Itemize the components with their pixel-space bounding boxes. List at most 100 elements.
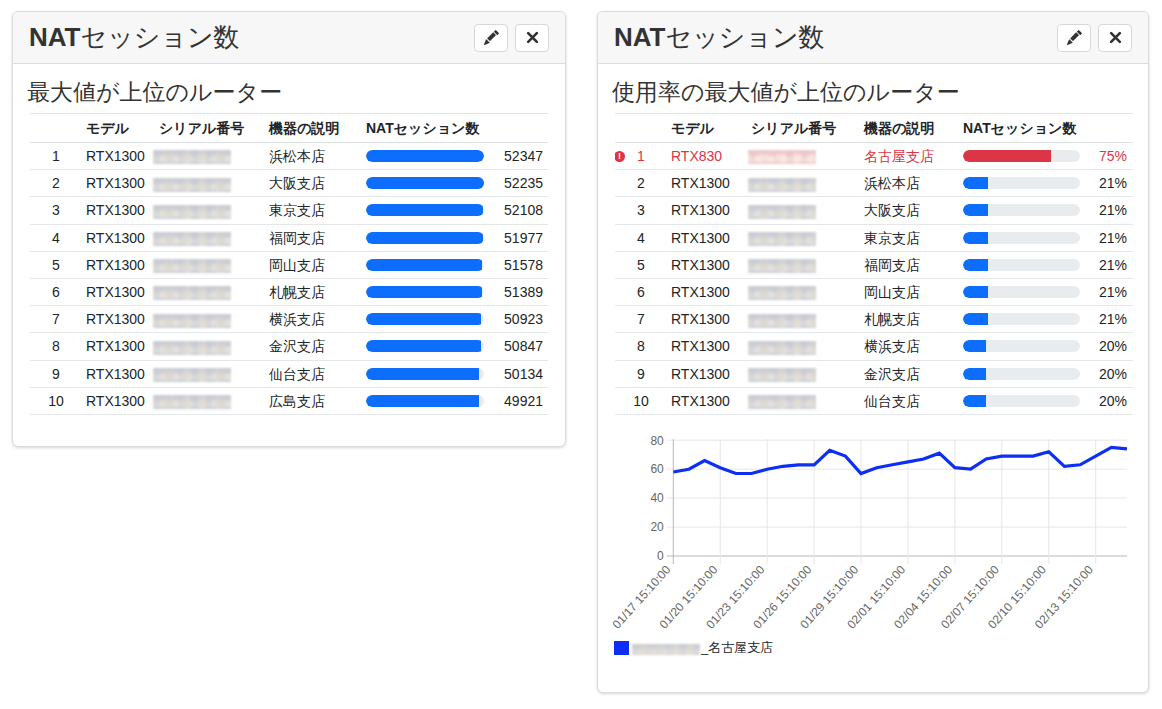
bar-track [366, 395, 484, 407]
model-cell: RTX1300 [82, 306, 151, 333]
description-cell: 東京支店 [258, 197, 354, 224]
bar-fill [366, 340, 481, 352]
rank-cell: 7 [615, 306, 667, 333]
rank-cell: !1 [615, 143, 667, 170]
bar-fill [963, 313, 988, 325]
bar-track [963, 150, 1080, 162]
table-row: !1RTX830名古屋支店75% [615, 143, 1133, 170]
rank-cell: 7 [30, 306, 82, 333]
rank-column-header [615, 114, 667, 143]
bar-fill [366, 204, 483, 216]
widget-title-jp: セッション数 [81, 22, 240, 52]
table-row: 3RTX1300大阪支店21% [615, 197, 1133, 224]
model-cell: RTX1300 [667, 170, 743, 197]
description-cell: 札幌支店 [853, 306, 951, 333]
bar-fill [963, 150, 1051, 162]
bar-cell [951, 224, 1081, 251]
bar-track [963, 313, 1080, 325]
bar-track [963, 204, 1080, 216]
redacted-serial [748, 286, 816, 300]
description-cell: 金沢支店 [258, 333, 354, 360]
rank-cell: 4 [30, 224, 82, 251]
widget-title: NATセッション数 [614, 20, 825, 55]
description-cell: 岡山支店 [258, 251, 354, 278]
redacted-serial [748, 368, 816, 382]
bar-track [963, 340, 1080, 352]
value-cell: 75% [1081, 143, 1133, 170]
bar-cell [354, 278, 490, 305]
serial-cell [151, 360, 258, 387]
redacted-serial [153, 259, 231, 273]
model-column-header: モデル [667, 114, 743, 143]
model-cell: RTX830 [667, 143, 743, 170]
value-cell: 50134 [490, 360, 548, 387]
close-icon [526, 31, 539, 44]
rank-cell: 8 [30, 333, 82, 360]
bar-track [366, 177, 484, 189]
bar-cell [951, 170, 1081, 197]
edit-widget-button[interactable] [1057, 24, 1091, 52]
description-cell: 横浜支店 [258, 306, 354, 333]
value-cell: 21% [1081, 197, 1133, 224]
bar-fill [366, 368, 479, 380]
redacted-serial [153, 395, 231, 409]
bar-fill [963, 259, 988, 271]
table-row: 5RTX1300岡山支店51578 [30, 251, 548, 278]
close-widget-button[interactable] [515, 24, 549, 52]
value-cell: 20% [1081, 360, 1133, 387]
rank-cell: 2 [30, 170, 82, 197]
description-cell: 東京支店 [853, 224, 951, 251]
bar-track [366, 232, 484, 244]
serial-column-header: シリアル番号 [743, 114, 853, 143]
serial-cell [151, 224, 258, 251]
description-cell: 福岡支店 [258, 224, 354, 251]
redacted-serial [153, 368, 231, 382]
value-cell: 21% [1081, 251, 1133, 278]
bar-cell [951, 306, 1081, 333]
table-row: 8RTX1300金沢支店50847 [30, 333, 548, 360]
serial-cell [743, 333, 853, 360]
redacted-serial [748, 395, 816, 409]
alert-icon: ! [615, 151, 625, 162]
close-widget-button[interactable] [1098, 24, 1132, 52]
serial-cell [151, 387, 258, 414]
rank-cell: 6 [30, 278, 82, 305]
model-cell: RTX1300 [667, 360, 743, 387]
rank-cell: 1 [30, 143, 82, 170]
description-cell: 仙台支店 [258, 360, 354, 387]
description-cell: 広島支店 [258, 387, 354, 414]
model-cell: RTX1300 [667, 387, 743, 414]
bar-cell [951, 197, 1081, 224]
serial-cell [743, 170, 853, 197]
rank-cell: 10 [615, 387, 667, 414]
bar-fill [366, 232, 483, 244]
table-row: 2RTX1300浜松本店21% [615, 170, 1133, 197]
bar-track [366, 340, 484, 352]
serial-cell [743, 143, 853, 170]
redacted-serial [748, 341, 816, 355]
value-cell: 52108 [490, 197, 548, 224]
widget-nat-sessions-top: NATセッション数 最大値が上位のルーター モデル シリアル番号 [12, 11, 566, 447]
bar-cell [951, 143, 1081, 170]
value-cell: 51389 [490, 278, 548, 305]
serial-cell [743, 278, 853, 305]
rank-cell: 9 [615, 360, 667, 387]
description-cell: 仙台支店 [853, 387, 951, 414]
redacted-serial [153, 232, 231, 246]
serial-cell [151, 278, 258, 305]
value-cell: 20% [1081, 387, 1133, 414]
widget-subtitle: 最大値が上位のルーター [27, 79, 545, 105]
bar-fill [963, 177, 988, 189]
bar-track [366, 368, 484, 380]
rank-cell: 10 [30, 387, 82, 414]
edit-widget-button[interactable] [474, 24, 508, 52]
serial-cell [151, 197, 258, 224]
table-row: 7RTX1300横浜支店50923 [30, 306, 548, 333]
dashboard-page: NATセッション数 最大値が上位のルーター モデル シリアル番号 [0, 0, 1162, 709]
bar-track [366, 259, 484, 271]
table-header-row: モデル シリアル番号 機器の説明 NATセッション数 [30, 114, 548, 143]
redacted-serial [153, 314, 231, 328]
bar-track [963, 232, 1080, 244]
serial-cell [151, 170, 258, 197]
redacted-serial [748, 314, 816, 328]
